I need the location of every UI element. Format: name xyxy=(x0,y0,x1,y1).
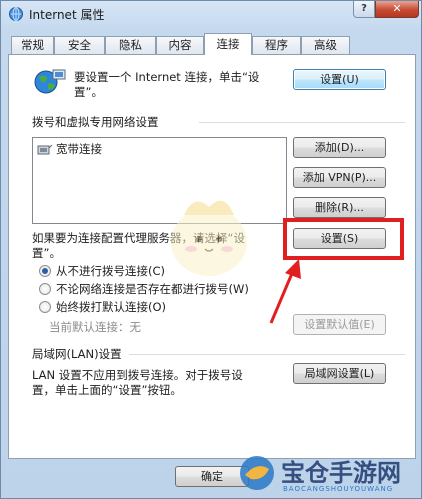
tab-connections[interactable]: 连接 xyxy=(204,33,252,55)
red-arrow-annotation xyxy=(269,259,301,324)
watermark-logo-icon xyxy=(240,456,274,490)
site-watermark: 宝仓手游网 BAOCANGSHOUYOUWANG xyxy=(233,449,422,499)
watermark-subtext: BAOCANGSHOUYOUWANG xyxy=(283,485,394,493)
internet-properties-window: Internet 属性 ? ✕ 常规 安全 隐私 内容 连接 程序 高级 要设置… xyxy=(0,0,422,499)
watermark-text: 宝仓手游网 xyxy=(281,459,401,487)
